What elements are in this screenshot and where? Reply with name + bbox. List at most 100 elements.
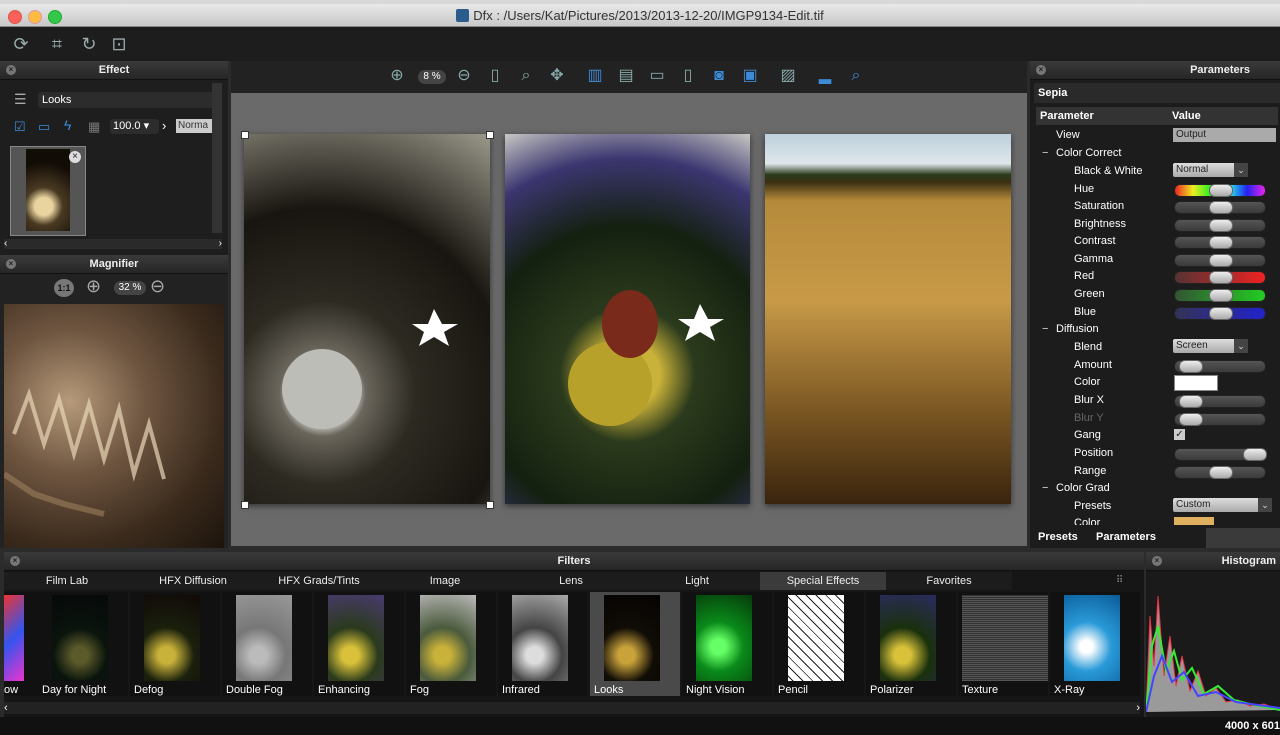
magnifier-preview[interactable]	[2, 304, 224, 548]
zoom-in-icon[interactable]: ⊕	[387, 66, 407, 86]
filter-tab-hfx-grads-tints[interactable]: HFX Grads/Tints	[256, 572, 382, 590]
preview-icon[interactable]: ▣	[740, 66, 760, 86]
param-group-color-grad[interactable]: − Color Grad	[1036, 480, 1276, 497]
histogram-icon[interactable]: ▂	[815, 66, 835, 86]
filter-tab-special-effects[interactable]: Special Effects	[760, 572, 886, 590]
filter-item-fog[interactable]: Fog	[406, 592, 496, 696]
close-panel-icon[interactable]: ×	[6, 259, 16, 269]
filter-tab-hfx-diffusion[interactable]: HFX Diffusion	[130, 572, 256, 590]
presets-dropdown[interactable]: Custom ⌄	[1173, 498, 1272, 512]
amount-slider[interactable]	[1174, 360, 1266, 373]
filter-item-double-fog[interactable]: Double Fog	[222, 592, 312, 696]
filter-item-defog[interactable]: Defog	[130, 592, 220, 696]
blur-x-slider[interactable]	[1174, 395, 1266, 408]
collapse-icon[interactable]: −	[1042, 147, 1048, 159]
slider-knob[interactable]	[1209, 254, 1233, 267]
stacked-view-icon[interactable]: ▭	[647, 66, 667, 86]
effect-preset-field[interactable]: Looks	[38, 92, 214, 108]
zoom-in-icon[interactable]: ⊕	[86, 276, 101, 297]
slider-knob[interactable]	[1209, 271, 1233, 284]
view-dropdown[interactable]: Output	[1173, 128, 1276, 142]
close-panel-icon[interactable]: ×	[6, 65, 16, 75]
crop-icon[interactable]: ⌗	[46, 33, 68, 55]
filter-item-polarizer[interactable]: Polarizer	[866, 592, 956, 696]
gang-checkbox[interactable]: ✓	[1174, 429, 1185, 440]
range-slider[interactable]	[1174, 466, 1266, 479]
blur-y-slider[interactable]	[1174, 413, 1266, 426]
filter-item-ow[interactable]: ow	[4, 592, 38, 696]
slider-knob[interactable]	[1179, 413, 1203, 426]
filter-item-enhancing[interactable]: Enhancing	[314, 592, 404, 696]
param-group-color-correct[interactable]: − Color Correct	[1036, 145, 1276, 162]
selection-handle[interactable]	[486, 501, 494, 509]
filter-tab-image[interactable]: Image	[382, 572, 508, 590]
grid-menu-icon[interactable]: ⠿	[1116, 575, 1123, 586]
opacity-field[interactable]: 100.0 ▾	[110, 119, 159, 134]
preview-photo[interactable]	[505, 134, 750, 504]
slider-knob[interactable]	[1209, 289, 1233, 302]
chevron-right-icon[interactable]: ›	[162, 118, 166, 133]
magnify-icon[interactable]: ⌕	[516, 66, 536, 86]
slider-knob[interactable]	[1209, 219, 1233, 232]
checkbox-icon[interactable]: ☑	[14, 119, 26, 135]
filter-item-x-ray[interactable]: X-Ray	[1050, 592, 1140, 696]
side-by-side-icon[interactable]: ▤	[616, 66, 636, 86]
slider-knob[interactable]	[1209, 236, 1233, 249]
effect-vertical-scrollbar[interactable]	[212, 83, 222, 233]
slider-knob[interactable]	[1209, 307, 1233, 320]
effect-thumbnail[interactable]: ×	[10, 146, 86, 236]
original-photo[interactable]	[244, 134, 490, 504]
blue-slider[interactable]	[1174, 307, 1266, 320]
filter-item-night-vision[interactable]: Night Vision	[682, 592, 772, 696]
close-panel-icon[interactable]: ×	[10, 556, 20, 566]
tab-presets[interactable]: Presets	[1038, 531, 1078, 543]
green-slider[interactable]	[1174, 289, 1266, 302]
remove-effect-icon[interactable]: ×	[69, 151, 81, 163]
slider-knob[interactable]	[1209, 201, 1233, 214]
single-view-icon[interactable]: ▯	[678, 66, 698, 86]
pan-icon[interactable]: ✥	[547, 66, 567, 86]
filter-tab-light[interactable]: Light	[634, 572, 760, 590]
blend-dropdown[interactable]: Screen ⌄	[1173, 339, 1248, 353]
image-icon[interactable]: ▨	[778, 66, 798, 86]
grad-color-swatch[interactable]	[1174, 517, 1214, 525]
bw-dropdown[interactable]: Normal ⌄	[1173, 163, 1248, 177]
position-slider[interactable]	[1174, 448, 1267, 461]
fit-frame-icon[interactable]: ⊡	[108, 33, 130, 55]
fit-icon[interactable]: ▯	[485, 66, 505, 86]
film-icon[interactable]: ▦	[88, 119, 100, 135]
lightning-icon[interactable]: ϟ	[64, 117, 71, 133]
blend-mode-dropdown[interactable]: Norma	[176, 119, 212, 133]
saturation-slider[interactable]	[1174, 201, 1266, 214]
slider-knob[interactable]	[1209, 184, 1233, 197]
zoom-out-icon[interactable]: ⊖	[150, 276, 165, 297]
filter-item-pencil[interactable]: Pencil	[774, 592, 864, 696]
refresh-icon[interactable]: ⟳	[10, 33, 32, 55]
actual-size-button[interactable]: 1:1	[54, 279, 74, 297]
collapse-icon[interactable]: −	[1042, 482, 1048, 494]
selection-handle[interactable]	[241, 501, 249, 509]
camera-icon[interactable]: ◙	[709, 66, 729, 86]
monitor-icon[interactable]: ▭	[38, 119, 50, 135]
rotate-icon[interactable]: ↻	[78, 33, 100, 55]
red-slider[interactable]	[1174, 271, 1266, 284]
selection-handle[interactable]	[486, 131, 494, 139]
filter-tab-favorites[interactable]: Favorites	[886, 572, 1012, 590]
filter-item-day-for-night[interactable]: Day for Night	[38, 592, 128, 696]
scroll-right-icon[interactable]: ›	[1136, 702, 1140, 714]
gamma-slider[interactable]	[1174, 254, 1266, 267]
slider-knob[interactable]	[1209, 466, 1233, 479]
zoom-out-icon[interactable]: ⊖	[454, 66, 474, 86]
contrast-slider[interactable]	[1174, 236, 1266, 249]
scroll-left-icon[interactable]: ‹	[4, 702, 8, 714]
collapse-icon[interactable]: −	[1042, 323, 1048, 335]
param-group-diffusion[interactable]: − Diffusion	[1036, 321, 1276, 338]
slider-knob[interactable]	[1243, 448, 1267, 461]
reference-photo[interactable]	[765, 134, 1011, 504]
filters-scrollbar[interactable]: ‹ ›	[4, 702, 1140, 714]
slider-knob[interactable]	[1179, 360, 1203, 373]
tab-parameters[interactable]: Parameters	[1096, 531, 1156, 543]
split-view-icon[interactable]: ▥	[585, 66, 605, 86]
inspect-icon[interactable]: ⌕	[846, 66, 866, 86]
filter-item-infrared[interactable]: Infrared	[498, 592, 588, 696]
